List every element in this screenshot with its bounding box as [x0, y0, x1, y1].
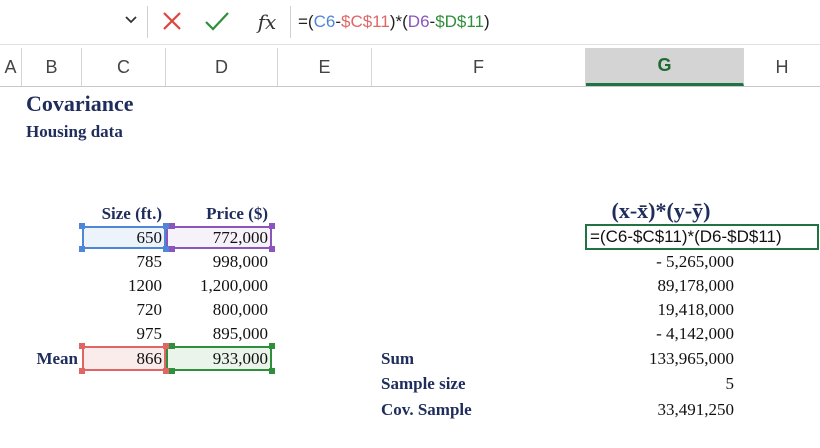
- column-header-d[interactable]: D: [166, 48, 278, 86]
- mean-size-cell[interactable]: 866: [84, 348, 163, 370]
- range-handle[interactable]: [269, 343, 275, 349]
- range-handle[interactable]: [269, 223, 275, 229]
- price-cell[interactable]: 998,000: [168, 251, 268, 273]
- formula-ref-d6: D6: [407, 12, 430, 31]
- sum-label[interactable]: Sum: [381, 348, 414, 370]
- column-header-f[interactable]: F: [372, 48, 586, 86]
- active-cell-editor[interactable]: =(C6-$C$11)*(D6-$D$11): [585, 224, 819, 250]
- x-icon: [163, 12, 181, 30]
- chevron-down-icon: [125, 16, 137, 24]
- divider: [290, 6, 291, 38]
- formula-bar: fx =(C6-$C$11)*(D6-$D$11): [0, 0, 820, 45]
- formula-ref-d11: $D$11: [435, 12, 485, 31]
- formula-part: ): [484, 12, 490, 31]
- mean-price-cell[interactable]: 933,000: [168, 348, 268, 370]
- range-handle[interactable]: [269, 246, 275, 252]
- sheet-title[interactable]: Covariance: [26, 90, 134, 118]
- enter-formula-button[interactable]: [202, 8, 232, 36]
- name-box-dropdown[interactable]: [118, 8, 144, 32]
- cancel-formula-button[interactable]: [158, 8, 188, 36]
- column-header-e[interactable]: E: [278, 48, 372, 86]
- column-header-a[interactable]: A: [0, 48, 22, 86]
- size-cell[interactable]: 1200: [84, 275, 162, 297]
- cov-sample-label[interactable]: Cov. Sample: [381, 399, 472, 421]
- insert-function-button[interactable]: fx: [250, 6, 284, 38]
- price-cell[interactable]: 772,000: [168, 227, 268, 249]
- product-cell[interactable]: 19,418,000: [588, 299, 735, 321]
- formula-part: =(: [298, 12, 314, 31]
- formula-ref-c6: C6: [313, 12, 336, 31]
- sample-size-label[interactable]: Sample size: [381, 373, 466, 395]
- header-product[interactable]: (x-x̄)*(y-ȳ): [588, 198, 734, 224]
- size-cell[interactable]: 650: [84, 227, 163, 249]
- column-headers: A B C D E F G H: [0, 48, 820, 87]
- product-cell[interactable]: - 5,265,000: [588, 251, 734, 273]
- size-cell[interactable]: 975: [84, 323, 163, 345]
- formula-ref-c11: $C$11: [341, 12, 390, 31]
- sample-size-value[interactable]: 5: [588, 373, 735, 395]
- formula-input[interactable]: =(C6-$C$11)*(D6-$D$11): [298, 8, 490, 36]
- price-cell[interactable]: 800,000: [168, 299, 268, 321]
- column-header-c[interactable]: C: [82, 48, 166, 86]
- cov-sample-value[interactable]: 33,491,250: [588, 399, 735, 421]
- sum-value[interactable]: 133,965,000: [588, 348, 734, 370]
- size-cell[interactable]: 720: [84, 299, 163, 321]
- divider: [147, 6, 148, 38]
- header-size[interactable]: Size (ft.): [84, 203, 162, 225]
- column-header-g[interactable]: G: [586, 48, 744, 86]
- column-header-h[interactable]: H: [744, 48, 820, 86]
- mean-label[interactable]: Mean: [24, 348, 78, 370]
- range-handle[interactable]: [269, 368, 275, 374]
- product-cell[interactable]: 89,178,000: [588, 275, 735, 297]
- size-cell[interactable]: 785: [84, 251, 163, 273]
- check-icon: [205, 12, 229, 31]
- sheet-subtitle[interactable]: Housing data: [26, 121, 123, 143]
- price-cell[interactable]: 895,000: [168, 323, 268, 345]
- product-cell[interactable]: - 4,142,000: [588, 323, 734, 345]
- formula-part: )*(: [389, 12, 408, 31]
- column-header-b[interactable]: B: [22, 48, 82, 86]
- price-cell[interactable]: 1,200,000: [168, 275, 268, 297]
- header-price[interactable]: Price ($): [168, 203, 268, 225]
